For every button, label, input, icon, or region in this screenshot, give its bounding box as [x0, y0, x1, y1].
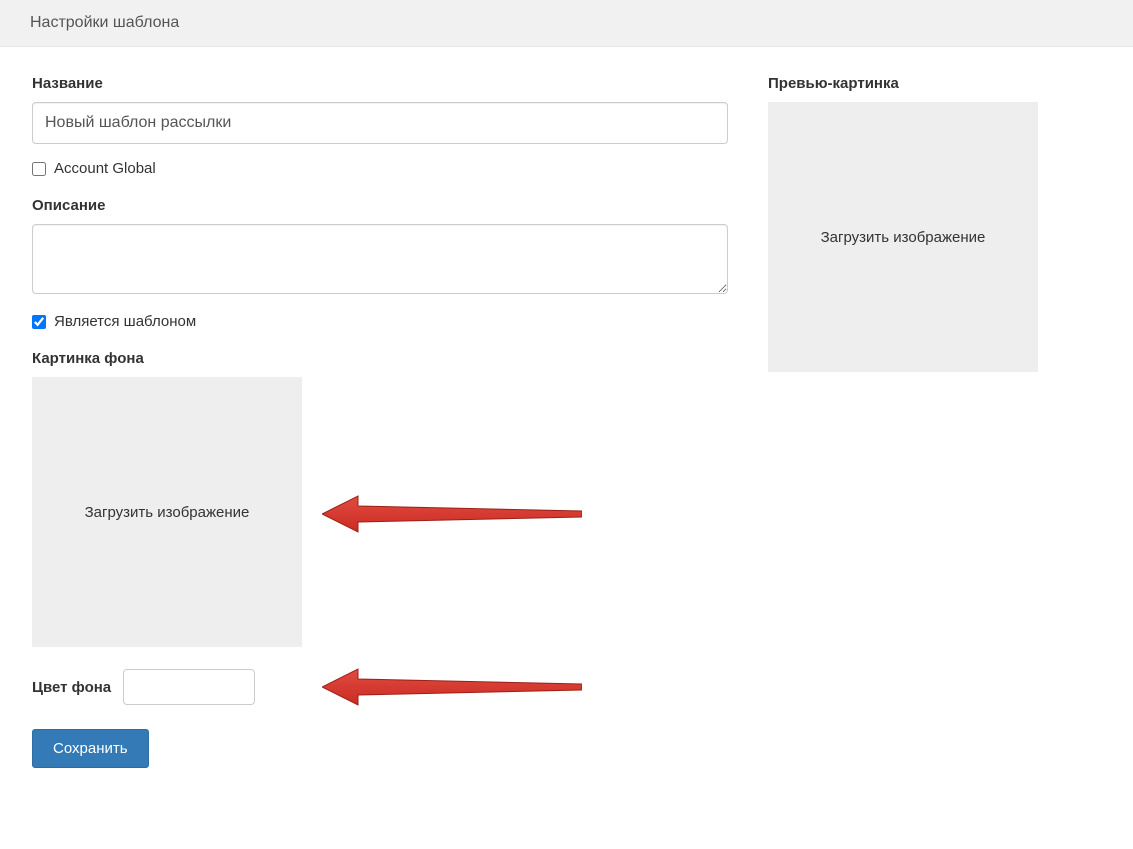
bg-image-label: Картинка фона	[32, 350, 728, 367]
name-label: Название	[32, 75, 728, 92]
save-button-label: Сохранить	[53, 740, 128, 757]
form-left-column: Название Account Global Описание Являетс…	[32, 75, 728, 768]
account-global-label: Account Global	[54, 160, 156, 177]
name-input[interactable]	[32, 102, 728, 144]
preview-label: Превью-картинка	[768, 75, 1101, 92]
page-title: Настройки шаблона	[30, 14, 179, 31]
page-header: Настройки шаблона	[0, 0, 1133, 47]
description-label: Описание	[32, 197, 728, 214]
content-area: Название Account Global Описание Являетс…	[0, 47, 1133, 800]
is-template-row: Является шаблоном	[32, 313, 728, 330]
preview-image-upload[interactable]: Загрузить изображение	[768, 102, 1038, 372]
bg-image-upload[interactable]: Загрузить изображение	[32, 377, 302, 647]
bg-color-label: Цвет фона	[32, 679, 111, 696]
preview-upload-text: Загрузить изображение	[821, 229, 986, 246]
save-button[interactable]: Сохранить	[32, 729, 149, 768]
account-global-checkbox[interactable]	[32, 162, 46, 176]
bg-color-row: Цвет фона	[32, 669, 728, 705]
form-right-column: Превью-картинка Загрузить изображение	[768, 75, 1101, 372]
is-template-label: Является шаблоном	[54, 313, 196, 330]
is-template-checkbox[interactable]	[32, 315, 46, 329]
description-textarea[interactable]	[32, 224, 728, 294]
upload-text: Загрузить изображение	[85, 504, 250, 521]
account-global-row: Account Global	[32, 160, 728, 177]
bg-color-input[interactable]	[123, 669, 255, 705]
